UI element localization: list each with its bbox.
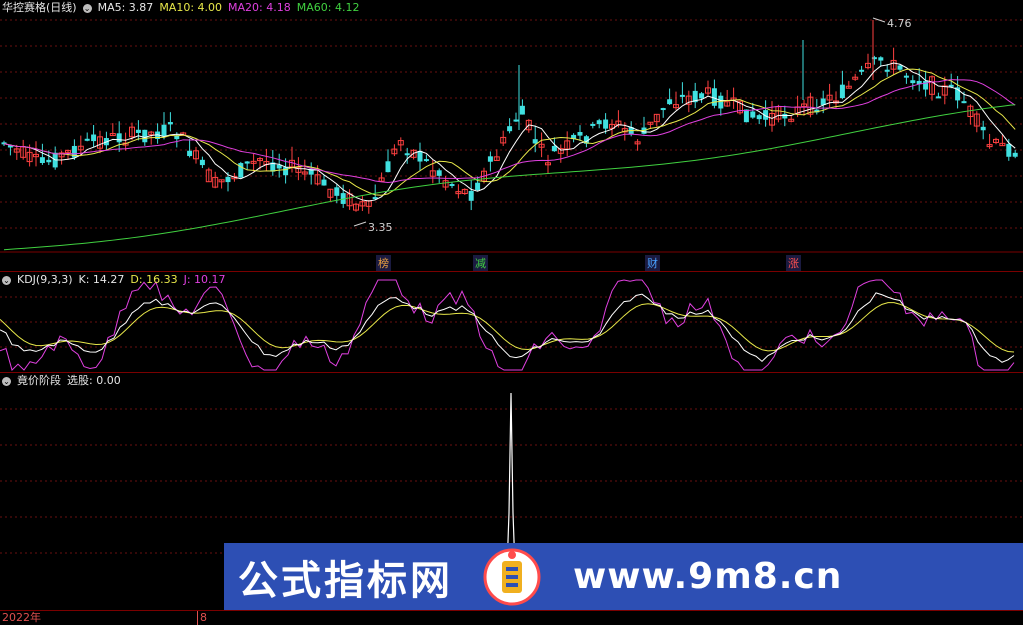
candle-down <box>897 65 903 70</box>
candle-down <box>884 69 890 72</box>
candle-down <box>142 129 148 143</box>
auction-header: ⌄ 竟价阶段 选股: 0.00 <box>2 374 121 388</box>
circle-chevron-icon[interactable]: ⌄ <box>2 275 11 285</box>
logo-icon <box>475 547 549 607</box>
candle-down <box>244 161 250 164</box>
candle-down <box>404 153 410 156</box>
candle-down <box>519 105 525 115</box>
candle-down <box>1012 152 1018 157</box>
candle-down <box>225 176 231 183</box>
auction-select-label: 选股: 0.00 <box>67 374 121 387</box>
circle-chevron-icon[interactable]: ⌄ <box>2 376 11 386</box>
candle-down <box>39 157 45 163</box>
event-tag-jian[interactable]: 减 <box>473 255 488 271</box>
candle-down <box>859 69 865 72</box>
high-price-mark: 4.76 <box>887 17 912 30</box>
candle-down <box>187 150 193 157</box>
candle-down <box>487 156 493 162</box>
ma10-label: MA10: 4.00 <box>159 1 223 14</box>
candle-down <box>1006 143 1012 157</box>
kdj-j-line <box>0 279 1015 371</box>
candle-down <box>507 126 513 132</box>
circle-chevron-icon[interactable]: ⌄ <box>82 3 92 13</box>
candle-down <box>910 80 916 84</box>
candle-down <box>283 167 289 176</box>
candle-down <box>135 129 141 133</box>
kdj-header: ⌄ KDJ(9,3,3) K: 14.27 D: 16.33 J: 10.17 <box>2 273 226 287</box>
kline-panel[interactable]: 华控赛格(日线) ⌄ MA5: 3.87 MA10: 4.00 MA20: 4.… <box>0 0 1023 271</box>
candle-down <box>980 126 986 131</box>
kline-header: 华控赛格(日线) ⌄ MA5: 3.87 MA10: 4.00 MA20: 4.… <box>2 1 359 15</box>
kdj-d-line <box>0 302 1015 353</box>
time-axis: 2022年 8 <box>0 610 1023 625</box>
watermark-banner: 公式指标网 www.9m8.cn <box>224 543 1023 610</box>
candle-down <box>321 179 327 186</box>
candle-down <box>334 187 340 196</box>
candle-down <box>718 95 724 109</box>
event-tag-bang[interactable]: 榜 <box>376 255 391 271</box>
low-mark-pointer <box>353 221 367 227</box>
kdj-d-label: D: 16.33 <box>130 273 178 286</box>
candle-down <box>590 123 596 126</box>
candle-down <box>417 150 423 162</box>
kdj-k-line <box>0 292 1015 363</box>
candle-down <box>699 93 705 99</box>
candle-down <box>167 122 173 125</box>
event-tag-cai[interactable]: 财 <box>645 255 660 271</box>
ma5-label: MA5: 3.87 <box>97 1 154 14</box>
candle-down <box>436 170 442 176</box>
candle-down <box>385 161 391 173</box>
candle-down <box>667 99 673 105</box>
candle-down <box>961 101 967 104</box>
axis-year-label: 2022年 <box>2 611 41 624</box>
candle-down <box>839 84 845 99</box>
high-mark-pointer <box>872 17 886 23</box>
candle-down <box>603 119 609 129</box>
candle-down <box>903 75 909 78</box>
candle-down <box>84 138 90 141</box>
candle-down <box>423 159 429 162</box>
candle-down <box>878 57 884 61</box>
kdj-chart[interactable] <box>0 272 1023 372</box>
candle-down <box>91 134 97 142</box>
candle-down <box>743 109 749 123</box>
candle-down <box>468 191 474 201</box>
kdj-k-label: K: 14.27 <box>78 273 125 286</box>
low-price-mark: 3.35 <box>368 221 393 234</box>
candle-down <box>660 108 666 111</box>
ma60-label: MA60: 4.12 <box>296 1 360 14</box>
candle-down <box>935 96 941 99</box>
candle-down <box>532 139 538 144</box>
candle-down <box>551 145 557 152</box>
candle-down <box>679 94 685 97</box>
candle-down <box>923 80 929 90</box>
candle-down <box>449 184 455 187</box>
auction-title[interactable]: 竟价阶段 <box>17 374 61 388</box>
kdj-panel[interactable]: ⌄ KDJ(9,3,3) K: 14.27 D: 16.33 J: 10.17 <box>0 271 1023 372</box>
stock-name[interactable]: 华控赛格(日线) <box>2 1 77 15</box>
candle-down <box>161 124 167 137</box>
candle-down <box>596 120 602 125</box>
kdj-j-label: J: 10.17 <box>183 273 226 286</box>
candle-down <box>475 182 481 191</box>
candle-down <box>750 111 756 118</box>
watermark-title: 公式指标网 <box>238 557 453 604</box>
candle-down <box>577 132 583 136</box>
watermark-url: www.9m8.cn <box>573 556 843 597</box>
event-tag-zhang[interactable]: 涨 <box>786 255 801 271</box>
axis-month-label: 8 <box>197 611 207 625</box>
candle-down <box>756 115 762 120</box>
kdj-title[interactable]: KDJ(9,3,3) <box>17 273 73 287</box>
kline-chart[interactable]: 4.76 3.35 <box>0 0 1023 270</box>
ma20-label: MA20: 4.18 <box>228 1 291 14</box>
candle-down <box>782 113 788 119</box>
candle-down <box>199 159 205 166</box>
candle-down <box>46 159 52 163</box>
candle-down <box>116 133 122 143</box>
candle-down <box>513 119 519 122</box>
